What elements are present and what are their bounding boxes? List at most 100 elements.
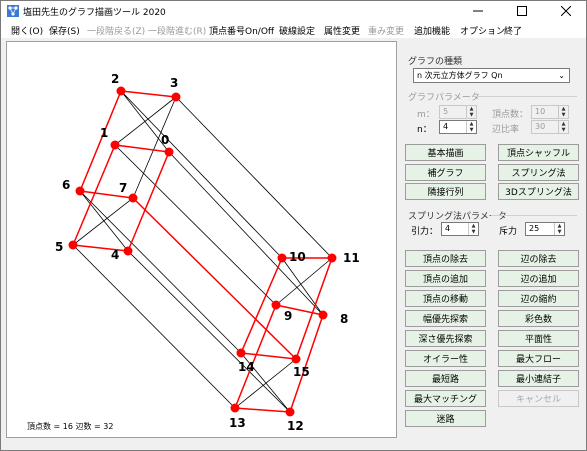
maximize-icon [517, 6, 527, 16]
bfs-button[interactable]: 幅優先探索 [405, 310, 486, 327]
repel-label: 斥力 [499, 227, 518, 237]
graph-vertex[interactable] [68, 240, 78, 250]
vertex-count-label: 頂点数： [492, 110, 529, 120]
graph-edge [132, 197, 297, 360]
graph-type-select[interactable]: n 次元立方体グラフ Qn ⌄ [413, 68, 570, 83]
eulerian-button[interactable]: オイラー性 [405, 350, 486, 367]
menu-options[interactable]: オプション [460, 24, 505, 37]
graph-vertex[interactable] [318, 310, 328, 320]
repel-value: 25 [529, 224, 540, 233]
graph-edge [72, 244, 236, 409]
spin-arrows-icon: ▲ ▼ [466, 121, 476, 133]
adjacency-matrix-button[interactable]: 隣接行列 [405, 183, 486, 200]
maze-button[interactable]: 迷路 [405, 410, 486, 427]
spring-3d-button[interactable]: 3Dスプリング法 [498, 183, 579, 200]
menu-save[interactable]: 保存(S) [49, 24, 80, 37]
graph-type-value: n 次元立方体グラフ Qn [417, 71, 503, 80]
n-value: 4 [443, 122, 449, 131]
divider [473, 96, 577, 97]
vertex-label: 7 [119, 181, 127, 195]
vertex-label: 8 [340, 312, 348, 326]
contract-edge-button[interactable]: 辺の縮約 [498, 290, 579, 307]
attract-stepper[interactable]: 4 ▲ ▼ [441, 222, 479, 236]
vertex-label: 2 [111, 72, 119, 86]
minimize-button[interactable] [456, 1, 500, 21]
vertex-label: 3 [170, 76, 178, 90]
n-stepper[interactable]: 4 ▲ ▼ [439, 120, 477, 134]
shortest-path-button[interactable]: 最短路 [405, 370, 486, 387]
complement-graph-button[interactable]: 補グラフ [405, 164, 486, 181]
attract-value: 4 [445, 224, 451, 233]
close-icon [561, 6, 571, 16]
graph-vertex[interactable] [271, 300, 281, 310]
menu-toggle-vertex-numbers[interactable]: 頂点番号On/Off [209, 24, 274, 37]
spin-arrows-icon: ▲ ▼ [468, 223, 478, 235]
n-label: n： [417, 125, 432, 135]
graph-vertex[interactable] [291, 354, 301, 364]
menu-open[interactable]: 開く(O) [11, 24, 43, 37]
graph-edge [79, 190, 242, 354]
m-stepper[interactable]: 5 ▲ ▼ [439, 105, 477, 119]
graph-vertex[interactable] [277, 253, 287, 263]
edge-ratio-value: 30 [535, 122, 546, 131]
basic-draw-button[interactable]: 基本描画 [405, 144, 486, 161]
graph-edge [240, 352, 297, 360]
graph-edge [120, 90, 177, 98]
vertex-label: 12 [287, 419, 304, 433]
graph-vertex[interactable] [128, 193, 138, 203]
repel-stepper[interactable]: 25 ▲ ▼ [525, 222, 565, 236]
remove-edge-button[interactable]: 辺の除去 [498, 250, 579, 267]
graph-vertex[interactable] [230, 403, 240, 413]
attract-label: 引力： [411, 227, 439, 237]
vertex-label: 14 [238, 360, 255, 374]
spring-method-button[interactable]: スプリング法 [498, 164, 579, 181]
graph-edge [168, 151, 324, 316]
move-vertex-button[interactable]: 頂点の移動 [405, 290, 486, 307]
graph-drawing: 012 3456 78910 11121314 15 [55, 72, 360, 433]
vertex-shuffle-button[interactable]: 頂点シャッフル [498, 144, 579, 161]
spin-arrows-icon: ▲ ▼ [558, 121, 568, 133]
menu-weight-change[interactable]: 重み変更 [368, 24, 404, 37]
graph-vertex[interactable] [75, 186, 85, 196]
max-flow-button[interactable]: 最大フロー [498, 350, 579, 367]
close-button[interactable] [544, 1, 587, 21]
remove-vertex-button[interactable]: 頂点の除去 [405, 250, 486, 267]
menu-undo[interactable]: 一段階戻る(Z) [87, 24, 145, 37]
graph-vertex[interactable] [123, 246, 133, 256]
graph-vertex[interactable] [116, 86, 126, 96]
edge-ratio-stepper[interactable]: 30 ▲ ▼ [531, 120, 569, 134]
app-icon [7, 5, 19, 17]
vertex-label: 10 [289, 250, 306, 264]
graph-vertex[interactable] [164, 147, 174, 157]
planarity-button[interactable]: 平面性 [498, 330, 579, 347]
menu-dash-settings[interactable]: 破線設定 [279, 24, 315, 37]
min-connector-button[interactable]: 最小連結子 [498, 370, 579, 387]
max-matching-button[interactable]: 最大マッチング [405, 390, 486, 407]
graph-vertex[interactable] [285, 407, 295, 417]
graph-edge [281, 257, 324, 316]
graph-params-label: グラフパラメータ [408, 93, 480, 103]
chromatic-number-button[interactable]: 彩色数 [498, 310, 579, 327]
graph-vertex[interactable] [110, 140, 120, 150]
vertex-count-stepper[interactable]: 10 ▲ ▼ [531, 105, 569, 119]
graph-stats: 頂点数 = 16 辺数 = 32 [27, 422, 114, 431]
graph-vertex[interactable] [327, 253, 337, 263]
graph-vertex[interactable] [236, 348, 246, 358]
vertex-count-value: 10 [535, 107, 546, 116]
maximize-button[interactable] [500, 1, 544, 21]
cancel-button[interactable]: キャンセル [498, 390, 579, 407]
dfs-button[interactable]: 深さ優先探索 [405, 330, 486, 347]
graph-canvas[interactable]: 0 1 2 3 4 5 6 7 8 9 10 11 12 13 14 15 頂点数 = 16 辺数 = 32 [6, 41, 397, 438]
menu-redo[interactable]: 一段階進む(R) [148, 24, 206, 37]
m-label: m： [417, 110, 435, 120]
graph-edge [72, 244, 129, 252]
menu-exit[interactable]: 終了 [504, 24, 522, 37]
add-vertex-button[interactable]: 頂点の追加 [405, 270, 486, 287]
vertex-label: 9 [284, 309, 292, 323]
add-edge-button[interactable]: 辺の追加 [498, 270, 579, 287]
menu-extra-functions[interactable]: 追加機能 [414, 24, 450, 37]
graph-vertex[interactable] [171, 92, 181, 102]
title-bar: 塩田先生のグラフ描画ツール 2020 [1, 1, 586, 21]
menu-attribute-change[interactable]: 属性変更 [324, 24, 360, 37]
m-value: 5 [443, 107, 449, 116]
